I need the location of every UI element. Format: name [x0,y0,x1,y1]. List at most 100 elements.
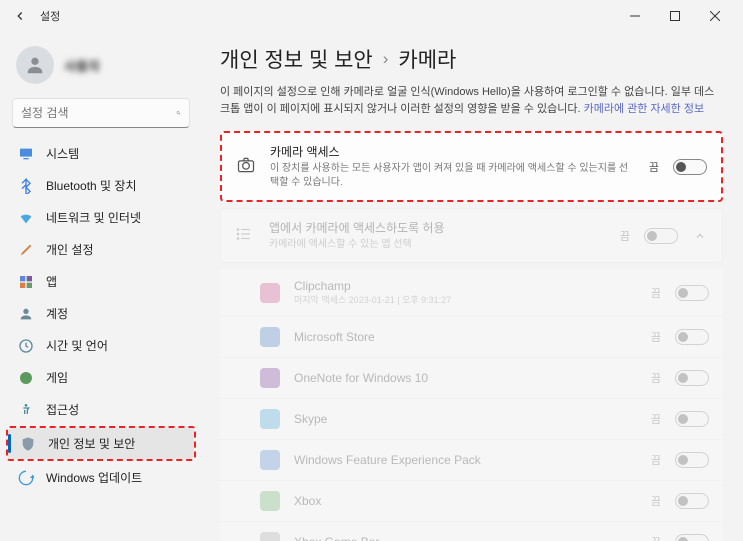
app-toggle[interactable] [675,411,709,427]
toggle-state: 끔 [651,493,661,509]
sidebar-item-label: 앱 [46,273,57,290]
camera-icon [236,155,256,178]
app-name: Skype [294,412,637,426]
app-icon [260,409,280,429]
sidebar-item-update[interactable]: Windows 업데이트 [6,462,196,493]
toggle-state: 끔 [651,285,661,301]
update-icon [18,470,34,486]
sidebar-item-label: 개인 설정 [46,241,94,258]
toggle-state: 끔 [651,452,661,468]
sidebar-item-label: Bluetooth 및 장치 [46,177,137,194]
window-title: 설정 [40,8,60,24]
app-icon [260,283,280,303]
arrow-left-icon [13,9,27,23]
minimize-button[interactable] [615,0,655,32]
breadcrumb-parent[interactable]: 개인 정보 및 보안 [220,44,373,74]
sidebar-item-time[interactable]: 시간 및 언어 [6,330,196,361]
system-icon [18,146,34,162]
shield-icon [20,436,36,452]
user-profile[interactable]: 사용자 [6,40,196,98]
accessibility-icon [18,402,34,418]
app-toggle[interactable] [675,493,709,509]
wifi-icon [18,210,34,226]
search-icon [176,106,181,120]
sidebar-item-privacy[interactable]: 개인 정보 및 보안 [8,428,194,459]
app-name: Windows Feature Experience Pack [294,453,637,467]
app-toggle[interactable] [675,534,709,541]
sidebar-item-personalize[interactable]: 개인 설정 [6,234,196,265]
page-description: 이 페이지의 설정으로 인해 카메라로 얼굴 인식(Windows Hello)… [220,84,723,117]
sidebar-item-bluetooth[interactable]: Bluetooth 및 장치 [6,170,196,201]
app-row[interactable]: Skype 끔 [220,399,723,440]
list-icon [235,225,255,246]
bluetooth-icon [18,178,34,194]
app-toggle[interactable] [675,285,709,301]
app-toggle[interactable] [675,452,709,468]
camera-access-toggle[interactable] [673,159,707,175]
gaming-icon [18,370,34,386]
maximize-icon [670,11,680,21]
search-box[interactable] [12,98,190,128]
app-name: Clipchamp [294,279,637,293]
sidebar-item-apps[interactable]: 앱 [6,266,196,297]
avatar [16,46,54,84]
apps-icon [18,274,34,290]
toggle-state: 끔 [620,228,630,244]
app-toggle[interactable] [675,370,709,386]
minimize-icon [630,11,640,21]
person-icon [24,54,46,76]
app-row[interactable]: Microsoft Store 끔 [220,317,723,358]
close-button[interactable] [695,0,735,32]
sidebar-item-label: 게임 [46,369,68,386]
sidebar-item-label: Windows 업데이트 [46,469,142,486]
app-icon [260,532,280,541]
sidebar-item-label: 시스템 [46,145,79,162]
toggle-state: 끔 [651,370,661,386]
chevron-right-icon: › [383,49,389,69]
maximize-button[interactable] [655,0,695,32]
app-toggle[interactable] [675,329,709,345]
sidebar-item-gaming[interactable]: 게임 [6,362,196,393]
sidebar-item-system[interactable]: 시스템 [6,138,196,169]
app-row[interactable]: Windows Feature Experience Pack 끔 [220,440,723,481]
app-name: Xbox Game Bar [294,535,637,541]
app-name: OneNote for Windows 10 [294,371,637,385]
back-button[interactable] [8,4,32,28]
sidebar-item-label: 네트워크 및 인터넷 [46,209,141,226]
app-row[interactable]: Xbox Game Bar 끔 [220,522,723,541]
app-icon [260,368,280,388]
paintbrush-icon [18,242,34,258]
close-icon [710,11,720,21]
breadcrumb-current: 카메라 [398,44,456,74]
sidebar-item-accessibility[interactable]: 접근성 [6,394,196,425]
app-icon [260,327,280,347]
camera-access-card[interactable]: 카메라 액세스 이 장치를 사용하는 모든 사용자가 앱이 켜져 있을 때 카메… [220,131,723,202]
app-subtitle: 마지막 액세스 2023-01-21 | 오후 9:31:27 [294,293,637,306]
toggle-state: 끔 [651,534,661,541]
sidebar-item-label: 시간 및 언어 [46,337,108,354]
app-access-toggle[interactable] [644,228,678,244]
app-name: Microsoft Store [294,330,637,344]
accounts-icon [18,306,34,322]
app-icon [260,491,280,511]
sidebar-item-accounts[interactable]: 계정 [6,298,196,329]
user-name: 사용자 [64,56,100,75]
app-row[interactable]: Clipchamp 마지막 액세스 2023-01-21 | 오후 9:31:2… [220,269,723,317]
setting-title: 앱에서 카메라에 액세스하도록 허용 [269,219,606,236]
sidebar-item-network[interactable]: 네트워크 및 인터넷 [6,202,196,233]
toggle-state: 끔 [649,159,659,175]
chevron-up-icon[interactable] [692,228,708,244]
app-icon [260,450,280,470]
setting-subtitle: 이 장치를 사용하는 모든 사용자가 앱이 켜져 있을 때 카메라에 액세스할 … [270,162,635,190]
sidebar-item-label: 개인 정보 및 보안 [48,435,135,452]
clock-icon [18,338,34,354]
app-row[interactable]: Xbox 끔 [220,481,723,522]
app-name: Xbox [294,494,637,508]
learn-more-link[interactable]: 카메라에 관한 자세한 정보 [584,103,705,115]
app-access-card[interactable]: 앱에서 카메라에 액세스하도록 허용 카메라에 액세스할 수 있는 앱 선택 끔 [220,208,723,263]
sidebar-item-label: 접근성 [46,401,79,418]
app-row[interactable]: OneNote for Windows 10 끔 [220,358,723,399]
search-input[interactable] [21,106,176,120]
setting-title: 카메라 액세스 [270,143,635,160]
breadcrumb: 개인 정보 및 보안 › 카메라 [220,44,723,74]
